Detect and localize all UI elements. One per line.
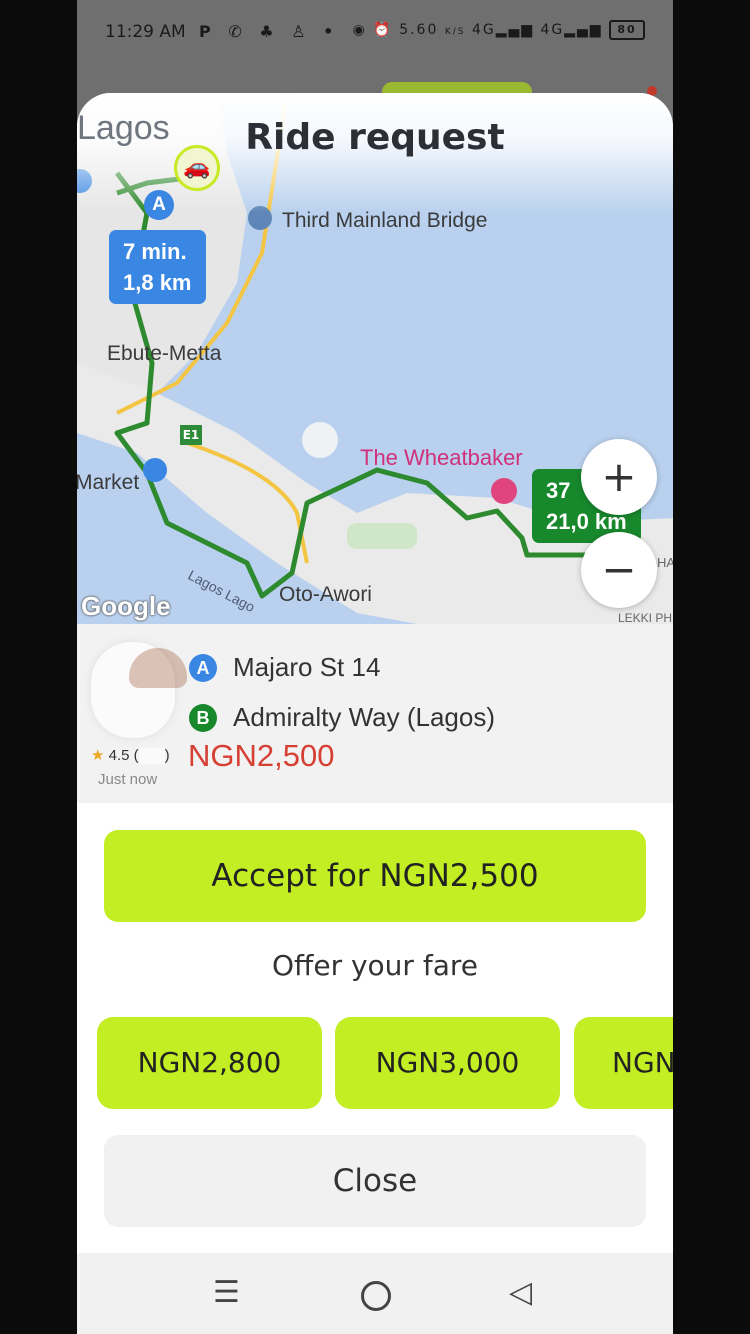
request-time: Just now (98, 771, 158, 788)
rating-value: 4.5 ( (108, 747, 139, 764)
fare-option-button[interactable]: NGN2,800 (97, 1017, 322, 1109)
network-speed-unit: K/S (444, 27, 466, 37)
zoom-in-button[interactable]: + (581, 439, 657, 515)
market-pin-icon (143, 458, 167, 482)
phone-screen: 11:29 AM P ✆ ♣ ♙ • ◉ ⏰ 5.60 K/S 4G▂▄▆ 4G… (77, 0, 673, 1334)
home-icon[interactable] (361, 1281, 391, 1311)
map-label-lekki: LEKKI PH (618, 611, 673, 624)
fare-options: NGN2,800 NGN3,000 NGN (97, 1017, 673, 1109)
accept-button[interactable]: Accept for NGN2,500 (104, 830, 646, 922)
fare-option-button[interactable]: NGN3,000 (335, 1017, 560, 1109)
route-map[interactable]: Lagos Third Mainland Bridge Ebute-Metta … (77, 93, 673, 624)
system-nav-bar: ☰ ◁ (77, 1253, 673, 1334)
network-speed: 5.60 (399, 22, 439, 38)
dropoff-address: Admiralty Way (Lagos) (233, 702, 495, 732)
map-label-market: Market (77, 471, 140, 494)
pickup-address: Majaro St 14 (233, 652, 381, 682)
passenger-rating: ★ 4.5 () (91, 746, 170, 765)
alarm-icon: ⏰ (373, 22, 393, 38)
dropoff-address-row: B Admiralty Way (Lagos) (189, 702, 495, 733)
location-icon: ◉ (352, 22, 367, 38)
offer-fare-title: Offer your fare (272, 949, 478, 982)
pickup-marker-icon: A (189, 653, 217, 682)
parking-icon: P (199, 22, 217, 41)
map-label-oto: Oto-Awori (279, 583, 372, 606)
network-4g-1: 4G (471, 22, 496, 38)
ride-price: NGN2,500 (188, 738, 335, 773)
map-label-ha: HA (657, 555, 673, 570)
dropoff-marker-icon: B (189, 703, 217, 732)
android-icon: ♣ (259, 22, 280, 41)
pickup-eta-time: 7 min. (123, 239, 187, 264)
pickup-address-row: A Majaro St 14 (189, 652, 380, 683)
status-time: 11:29 AM (105, 22, 186, 42)
map-label-wheatbaker: The Wheatbaker (360, 445, 523, 470)
ride-request-sheet: Lagos Third Mainland Bridge Ebute-Metta … (77, 93, 673, 1253)
map-label-bridge: Third Mainland Bridge (282, 209, 488, 232)
network-4g-2: 4G (540, 22, 565, 38)
notification-icons: P ✆ ♣ ♙ • (199, 22, 339, 41)
hotel-pin-icon (491, 478, 517, 504)
back-icon[interactable]: ◁ (509, 1275, 532, 1310)
recent-apps-icon[interactable]: ☰ (213, 1275, 240, 1310)
island (302, 422, 338, 458)
pickup-pin-icon: A (144, 190, 174, 220)
pickup-eta-box: 7 min. 1,8 km (109, 230, 206, 304)
fare-option-button[interactable]: NGN (574, 1017, 673, 1109)
dot-icon: • (323, 22, 340, 41)
zoom-out-button[interactable]: − (581, 532, 657, 608)
star-icon: ★ (91, 747, 105, 764)
highway-shield: E1 (180, 425, 202, 445)
request-details: ★ 4.5 () Just now A Majaro St 14 B Admir… (77, 624, 673, 803)
google-logo: Google (81, 591, 171, 621)
signal-icon: ▂▄▆ (495, 22, 535, 38)
avatar (91, 642, 187, 738)
close-button[interactable]: Close (104, 1135, 646, 1227)
whatsapp-icon: ✆ (228, 22, 248, 41)
page-title: Ride request (245, 117, 505, 158)
pickup-eta-distance: 1,8 km (123, 270, 192, 295)
rating-end: ) (164, 747, 170, 764)
notification-icon: ♙ (291, 22, 312, 41)
status-bar: 11:29 AM P ✆ ♣ ♙ • ◉ ⏰ 5.60 K/S 4G▂▄▆ 4G… (77, 0, 673, 66)
park (347, 523, 417, 549)
signal-icon-2: ▂▄▆ (564, 22, 603, 38)
battery-icon: 80 (609, 20, 645, 40)
map-label-ebute: Ebute-Metta (107, 342, 222, 365)
system-icons: ◉ ⏰ 5.60 K/S 4G▂▄▆ 4G▂▄▆ 80 (353, 20, 645, 40)
